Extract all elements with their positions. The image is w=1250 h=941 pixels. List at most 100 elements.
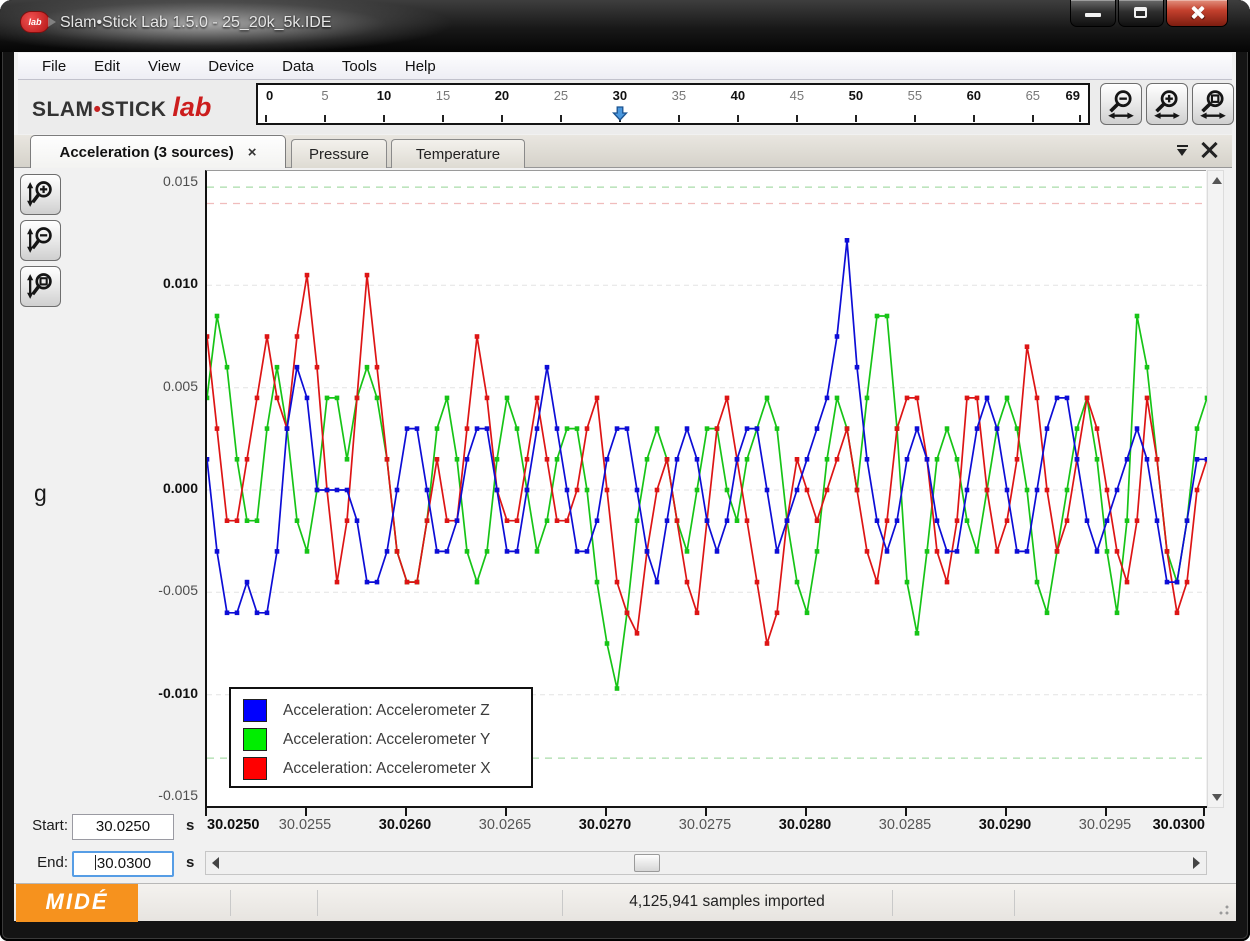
- ruler-tick: [501, 115, 503, 122]
- x-axis-label: 30.0290: [979, 817, 1031, 833]
- chart-legend: Acceleration: Accelerometer Z Accelerati…: [229, 687, 533, 788]
- ruler-tick: [442, 115, 444, 122]
- y-axis-label: 0.015: [163, 173, 198, 189]
- legend-item-z: Acceleration: Accelerometer Z: [243, 696, 531, 725]
- ruler-number: 5: [321, 88, 328, 103]
- ruler-number: 50: [849, 88, 863, 103]
- ruler-tick: [560, 115, 562, 122]
- vertical-scrollbar[interactable]: [1207, 170, 1224, 808]
- x-axis-label: 30.0260: [379, 817, 431, 833]
- legend-item-y: Acceleration: Accelerometer Y: [243, 725, 531, 754]
- x-axis-label: 30.0300: [1153, 817, 1205, 833]
- x-axis: 30.025030.025530.026030.026530.027030.02…: [205, 806, 1207, 846]
- minimize-button[interactable]: [1070, 0, 1116, 27]
- x-axis-label: 30.0285: [879, 817, 931, 833]
- menu-help[interactable]: Help: [391, 55, 450, 78]
- zoom-fit-vertical-icon: [25, 271, 56, 302]
- zoom-fit-x-button[interactable]: [1192, 83, 1234, 125]
- legend-label-x: Acceleration: Accelerometer X: [283, 760, 491, 778]
- logo-dot: •: [94, 98, 101, 121]
- ruler-tick: [737, 115, 739, 122]
- menu-file[interactable]: File: [28, 55, 80, 78]
- zoom-in-x-button[interactable]: [1146, 83, 1188, 125]
- x-axis-tick: [905, 808, 907, 816]
- legend-swatch-green: [243, 728, 267, 751]
- ruler-number: 30: [613, 88, 627, 103]
- resize-grip[interactable]: [1216, 902, 1230, 916]
- zoom-out-horizontal-icon: [1105, 88, 1137, 120]
- ruler-number: 55: [908, 88, 922, 103]
- legend-swatch-blue: [243, 699, 267, 722]
- ruler-tick: [324, 115, 326, 122]
- end-unit-label: s: [186, 854, 194, 871]
- tab-acceleration-label: Acceleration (3 sources): [59, 144, 233, 161]
- x-axis-label: 30.0280: [779, 817, 831, 833]
- zoom-fit-horizontal-icon: [1197, 88, 1229, 120]
- zoom-out-vertical-icon: [25, 225, 56, 256]
- status-message: 4,125,941 samples imported: [562, 893, 892, 911]
- start-input[interactable]: 30.0250: [72, 814, 174, 840]
- app-logo: SLAM•STICKlab: [32, 92, 211, 123]
- zoom-in-horizontal-icon: [1151, 88, 1183, 120]
- scroll-down-arrow-icon[interactable]: [1209, 790, 1222, 805]
- x-axis-tick: [405, 808, 407, 816]
- end-value: 30.0300: [97, 855, 151, 872]
- y-axis-label: -0.010: [158, 685, 198, 701]
- x-axis-label: 30.0270: [579, 817, 631, 833]
- tab-close-x-icon[interactable]: ×: [248, 144, 257, 161]
- y-axis-label: 0.010: [163, 275, 198, 291]
- zoom-out-y-button[interactable]: [20, 220, 61, 261]
- menu-data[interactable]: Data: [268, 55, 328, 78]
- close-button[interactable]: [1166, 0, 1228, 27]
- menu-tools[interactable]: Tools: [328, 55, 391, 78]
- y-axis-label: -0.015: [158, 787, 198, 803]
- legend-label-z: Acceleration: Accelerometer Z: [283, 702, 490, 720]
- plot-area[interactable]: Acceleration: Accelerometer Z Accelerati…: [205, 170, 1206, 808]
- x-axis-tick: [505, 808, 507, 816]
- title-bar[interactable]: lab Slam•Stick Lab 1.5.0 - 25_20k_5k.IDE: [0, 0, 1250, 52]
- status-divider: [892, 890, 893, 916]
- ruler-tick: [1079, 115, 1081, 122]
- ruler-tick: [383, 115, 385, 122]
- maximize-button[interactable]: [1118, 0, 1164, 27]
- tab-pressure[interactable]: Pressure: [291, 139, 387, 168]
- text-caret: [95, 855, 96, 870]
- tab-acceleration[interactable]: Acceleration (3 sources) ×: [30, 135, 286, 168]
- x-axis-label: 30.0250: [207, 817, 259, 833]
- ruler-number: 15: [436, 88, 450, 103]
- legend-swatch-red: [243, 757, 267, 780]
- timeline-ruler[interactable]: 0510152025303540455055606569: [256, 83, 1090, 125]
- window-content: File Edit View Device Data Tools Help SL…: [14, 52, 1236, 921]
- ruler-number: 45: [790, 88, 804, 103]
- tab-bar-close-icon[interactable]: [1200, 140, 1218, 158]
- menu-edit[interactable]: Edit: [80, 55, 134, 78]
- menu-view[interactable]: View: [134, 55, 194, 78]
- minimize-icon: [1085, 13, 1101, 17]
- ruler-tick: [855, 115, 857, 122]
- tab-list-dropdown-icon[interactable]: [1177, 145, 1188, 157]
- zoom-in-y-button[interactable]: [20, 174, 61, 215]
- x-axis-tick: [1203, 808, 1205, 816]
- scroll-left-arrow-icon[interactable]: [209, 855, 223, 871]
- x-axis-tick: [305, 808, 307, 816]
- tab-temperature[interactable]: Temperature: [391, 139, 525, 168]
- x-axis-tick: [605, 808, 607, 816]
- legend-label-y: Acceleration: Accelerometer Y: [283, 731, 490, 749]
- ruler-number: 0: [266, 88, 273, 103]
- scroll-up-arrow-icon[interactable]: [1209, 173, 1222, 188]
- horizontal-scrollbar[interactable]: [205, 851, 1207, 875]
- zoom-in-vertical-icon: [25, 179, 56, 210]
- ruler-number: 65: [1026, 88, 1040, 103]
- menu-device[interactable]: Device: [194, 55, 268, 78]
- zoom-fit-y-button[interactable]: [20, 266, 61, 307]
- timeline-position-marker[interactable]: [612, 106, 628, 126]
- ruler-tick: [265, 115, 267, 122]
- ruler-number: 10: [377, 88, 391, 103]
- scroll-right-arrow-icon[interactable]: [1189, 855, 1203, 871]
- end-input[interactable]: 30.0300: [72, 851, 174, 877]
- y-axis-label: 0.005: [163, 378, 198, 394]
- zoom-out-x-button[interactable]: [1100, 83, 1142, 125]
- ruler-number: 60: [967, 88, 981, 103]
- horizontal-scrollbar-thumb[interactable]: [634, 854, 660, 872]
- logo-lab: lab: [172, 92, 211, 122]
